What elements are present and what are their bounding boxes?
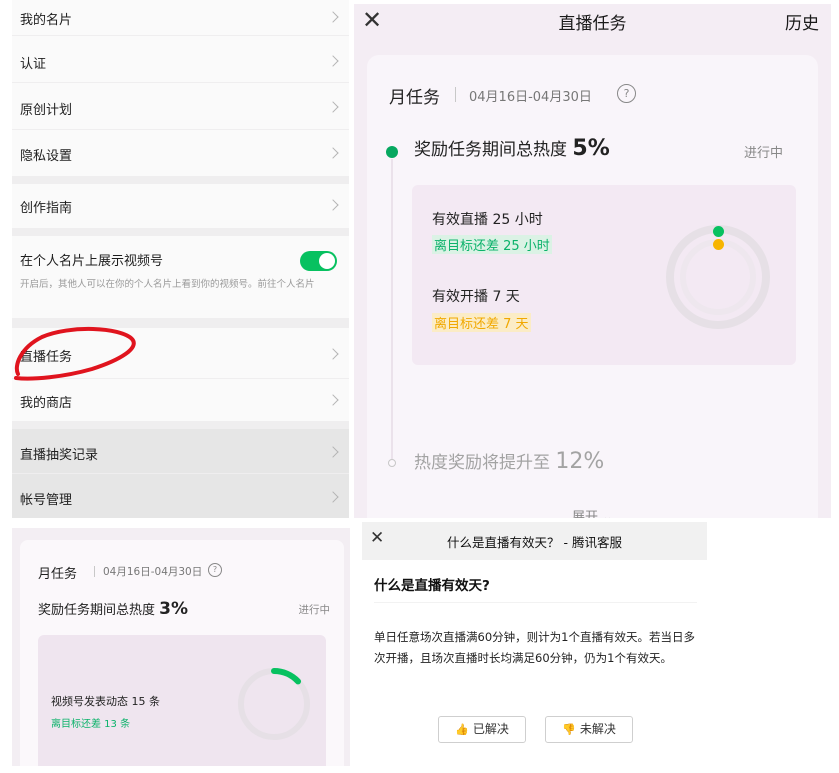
chevron-right-icon: [327, 11, 339, 23]
reward-text: 奖励任务期间总热度: [38, 603, 156, 618]
divider: [94, 566, 95, 577]
settings-item-label: 我的名片: [20, 13, 73, 28]
settings-item-label: 原创计划: [20, 103, 73, 118]
chevron-down-icon: ⌄: [602, 510, 614, 518]
live-task-page: ✕ 直播任务 历史 月任务 04月16日-04月30日 ? 奖励任务期间总热度 …: [354, 4, 831, 518]
next-reward-value: 12%: [555, 449, 605, 474]
settings-item-privacy[interactable]: 隐私设置: [12, 130, 349, 176]
reward-text: 奖励任务期间总热度: [414, 140, 567, 160]
toggle-hint: 开启后，其他人可以在你的个人名片上看到你的视频号。前往个人名片: [20, 279, 315, 290]
status-badge: 进行中: [743, 146, 783, 161]
chevron-right-icon: [327, 199, 339, 211]
task-remain: 离目标还差 25 小时: [432, 235, 552, 254]
dialog-title: 什么是直播有效天？ - 腾讯客服: [447, 535, 622, 550]
progress-dot-green-icon: [713, 226, 724, 237]
task-progress-box: 有效直播 25 小时 离目标还差 25 小时 有效开播 7 天 离目标还差 7 …: [412, 185, 796, 365]
settings-item-my-card[interactable]: 我的名片: [12, 0, 349, 35]
resolved-label: 已解决: [472, 722, 509, 736]
current-stage-dot-icon: [386, 146, 398, 158]
thumbs-up-icon: 👍: [455, 723, 469, 736]
help-dialog: ✕ 什么是直播有效天？ - 腾讯客服 什么是直播有效天? 单日任意场次直播满60…: [362, 522, 707, 767]
next-reward-line: 热度奖励将提升至 12%: [414, 448, 604, 474]
settings-item-label: 直播抽奖记录: [20, 448, 99, 463]
help-icon[interactable]: ?: [208, 563, 222, 577]
settings-item-lottery-records[interactable]: 直播抽奖记录: [12, 429, 349, 473]
settings-item-label: 我的商店: [20, 396, 73, 411]
unresolved-button[interactable]: 👎 未解决: [545, 716, 633, 743]
show-channel-toggle[interactable]: [300, 251, 337, 271]
annotation-circle-mark: [14, 327, 136, 381]
task-remain: 离目标还差 7 天: [432, 313, 531, 332]
task-remain: 离目标还差 13 条: [51, 719, 131, 730]
chevron-right-icon: [327, 394, 339, 406]
page-title: 直播任务: [558, 14, 627, 34]
settings-panel: 我的名片 认证 原创计划 隐私设置 创作指南 在个人名片上展示视频号 开启后，其…: [12, 0, 349, 518]
settings-item-original[interactable]: 原创计划: [12, 83, 349, 129]
settings-item-account[interactable]: 帐号管理: [12, 474, 349, 518]
settings-item-label: 创作指南: [20, 201, 73, 216]
chevron-right-icon: [327, 446, 339, 458]
settings-item-label: 帐号管理: [20, 493, 73, 508]
task-progress-box: 视频号发表动态 15 条 离目标还差 13 条: [38, 635, 326, 766]
divider: [374, 602, 697, 603]
settings-item-label: 在个人名片上展示视频号: [20, 254, 164, 269]
settings-item-show-channel: 在个人名片上展示视频号 开启后，其他人可以在你的个人名片上看到你的视频号。前往个…: [12, 236, 349, 318]
resolved-button[interactable]: 👍 已解决: [438, 716, 526, 743]
thumbs-down-icon: 👎: [562, 723, 576, 736]
timeline-line: [391, 159, 393, 459]
unresolved-label: 未解决: [579, 722, 616, 736]
task-label: 有效开播 7 天: [432, 289, 520, 305]
progress-ring-inner: [680, 239, 756, 315]
chevron-right-icon: [327, 491, 339, 503]
dialog-body: 单日任意场次直播满60分钟，则计为1个直播有效天。若当日多次开播，且场次直播时长…: [374, 630, 695, 665]
reward-line: 奖励任务期间总热度 3%: [38, 599, 188, 619]
expand-label: 展开: [571, 510, 598, 518]
monthly-task-card: 月任务 04月16日-04月30日 ? 奖励任务期间总热度 5% 进行中 有效直…: [367, 55, 818, 518]
settings-item-guide[interactable]: 创作指南: [12, 184, 349, 228]
settings-item-label: 认证: [20, 57, 47, 72]
divider: [455, 87, 456, 102]
progress-arc: [271, 668, 302, 685]
help-icon[interactable]: ?: [617, 84, 636, 103]
task-card-panel: 月任务 04月16日-04月30日 ? 奖励任务期间总热度 3% 进行中 视频号…: [12, 528, 350, 766]
date-range: 04月16日-04月30日: [103, 566, 203, 578]
dialog-title-bar: ✕ 什么是直播有效天？ - 腾讯客服: [362, 522, 707, 560]
next-reward-text: 热度奖励将提升至: [414, 453, 550, 473]
chevron-right-icon: [327, 55, 339, 67]
reward-value: 5%: [572, 136, 610, 161]
next-stage-dot-icon: [388, 459, 396, 467]
reward-value: 3%: [159, 599, 189, 619]
chevron-right-icon: [327, 101, 339, 113]
date-range: 04月16日-04月30日: [469, 90, 592, 105]
progress-dot-yellow-icon: [713, 239, 724, 250]
settings-item-verify[interactable]: 认证: [12, 36, 349, 82]
monthly-task-heading: 月任务: [389, 88, 440, 108]
history-link[interactable]: 历史: [785, 9, 819, 34]
expand-button[interactable]: 展开 ⌄: [367, 506, 818, 518]
settings-item-label: 隐私设置: [20, 149, 73, 164]
chevron-right-icon: [327, 147, 339, 159]
chevron-right-icon: [327, 348, 339, 360]
task-label: 视频号发表动态 15 条: [51, 695, 160, 708]
monthly-task-card: 月任务 04月16日-04月30日 ? 奖励任务期间总热度 3% 进行中 视频号…: [20, 540, 344, 766]
monthly-task-heading: 月任务: [38, 567, 78, 582]
task-label: 有效直播 25 小时: [432, 212, 543, 228]
toggle-knob: [319, 253, 335, 269]
status-badge: 进行中: [298, 604, 331, 616]
dialog-heading: 什么是直播有效天?: [374, 578, 490, 594]
reward-line: 奖励任务期间总热度 5%: [414, 135, 610, 161]
